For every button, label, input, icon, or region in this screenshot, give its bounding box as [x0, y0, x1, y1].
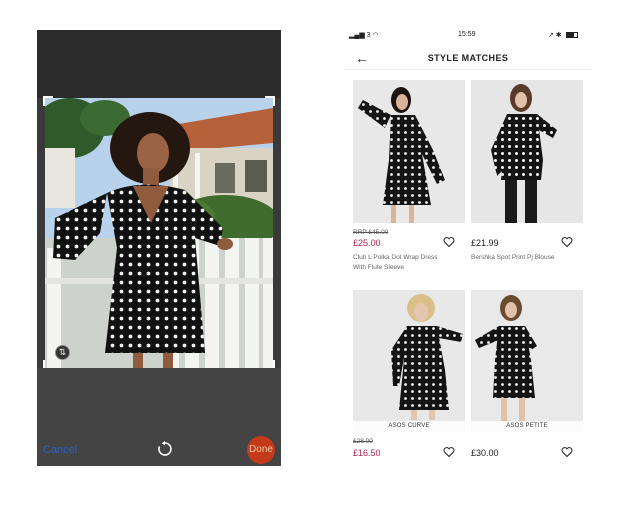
status-icons: ↗ ✱ [548, 32, 562, 39]
cropped-photo[interactable] [45, 98, 273, 368]
heart-icon[interactable] [561, 446, 573, 458]
status-time: 15:59 [458, 31, 476, 38]
price: £30.00 [471, 448, 499, 458]
aspect-ratio-icon[interactable]: ⇅ [55, 345, 70, 360]
heart-icon[interactable] [443, 236, 455, 248]
sale-price: £16.50 [353, 448, 381, 458]
product-image[interactable]: ASOS PETITE [471, 290, 583, 432]
rotate-icon[interactable] [157, 441, 173, 457]
done-button[interactable]: Done [247, 436, 275, 464]
photo-crop-screen: ⇅ Cancel Done [37, 30, 281, 466]
status-bar: ▂▄▆ 3 ◠ 15:59 ↗ ✱ [343, 30, 593, 42]
cancel-button[interactable]: Cancel [43, 444, 77, 456]
product-card[interactable]: £21.99 Bershka Spot Print Pj Blouse [471, 80, 583, 265]
product-card[interactable]: ASOS CURVE £28.00 £16.50 [353, 290, 465, 466]
product-name[interactable]: Bershka Spot Print Pj Blouse [471, 253, 567, 263]
product-image[interactable]: ASOS CURVE [353, 290, 465, 432]
heart-icon[interactable] [443, 446, 455, 458]
nav-bar: ← STYLE MATCHES [343, 46, 593, 70]
status-right: ↗ ✱ [548, 31, 578, 39]
product-card[interactable]: ASOS PETITE £30.00 [471, 290, 583, 466]
brand-badge: ASOS PETITE [471, 421, 583, 432]
crop-handle-top-left[interactable] [43, 96, 53, 106]
crop-top-band [37, 30, 281, 98]
product-card[interactable]: RRP £45.00 £25.00 Club L Polka Dot Wrap … [353, 80, 465, 271]
rrp-price: RRP £45.00 [353, 229, 389, 236]
product-image[interactable] [353, 80, 465, 223]
product-name[interactable]: Club L Polka Dot Wrap Dress With Flute S… [353, 253, 449, 273]
brand-badge: ASOS CURVE [353, 421, 465, 432]
style-matches-screen: ▂▄▆ 3 ◠ 15:59 ↗ ✱ ← STYLE MATCHES RRP £4… [343, 30, 593, 466]
heart-icon[interactable] [561, 236, 573, 248]
price: £21.99 [471, 238, 499, 248]
product-image[interactable] [471, 80, 583, 223]
photo-illustration [45, 98, 273, 368]
signal-indicator: ▂▄▆ 3 ◠ [349, 32, 379, 39]
sale-price: £25.00 [353, 238, 381, 248]
battery-icon [565, 32, 578, 39]
page-title: STYLE MATCHES [427, 53, 509, 63]
crop-handle-top-right[interactable] [265, 96, 275, 106]
rrp-price: £28.00 [353, 438, 373, 445]
